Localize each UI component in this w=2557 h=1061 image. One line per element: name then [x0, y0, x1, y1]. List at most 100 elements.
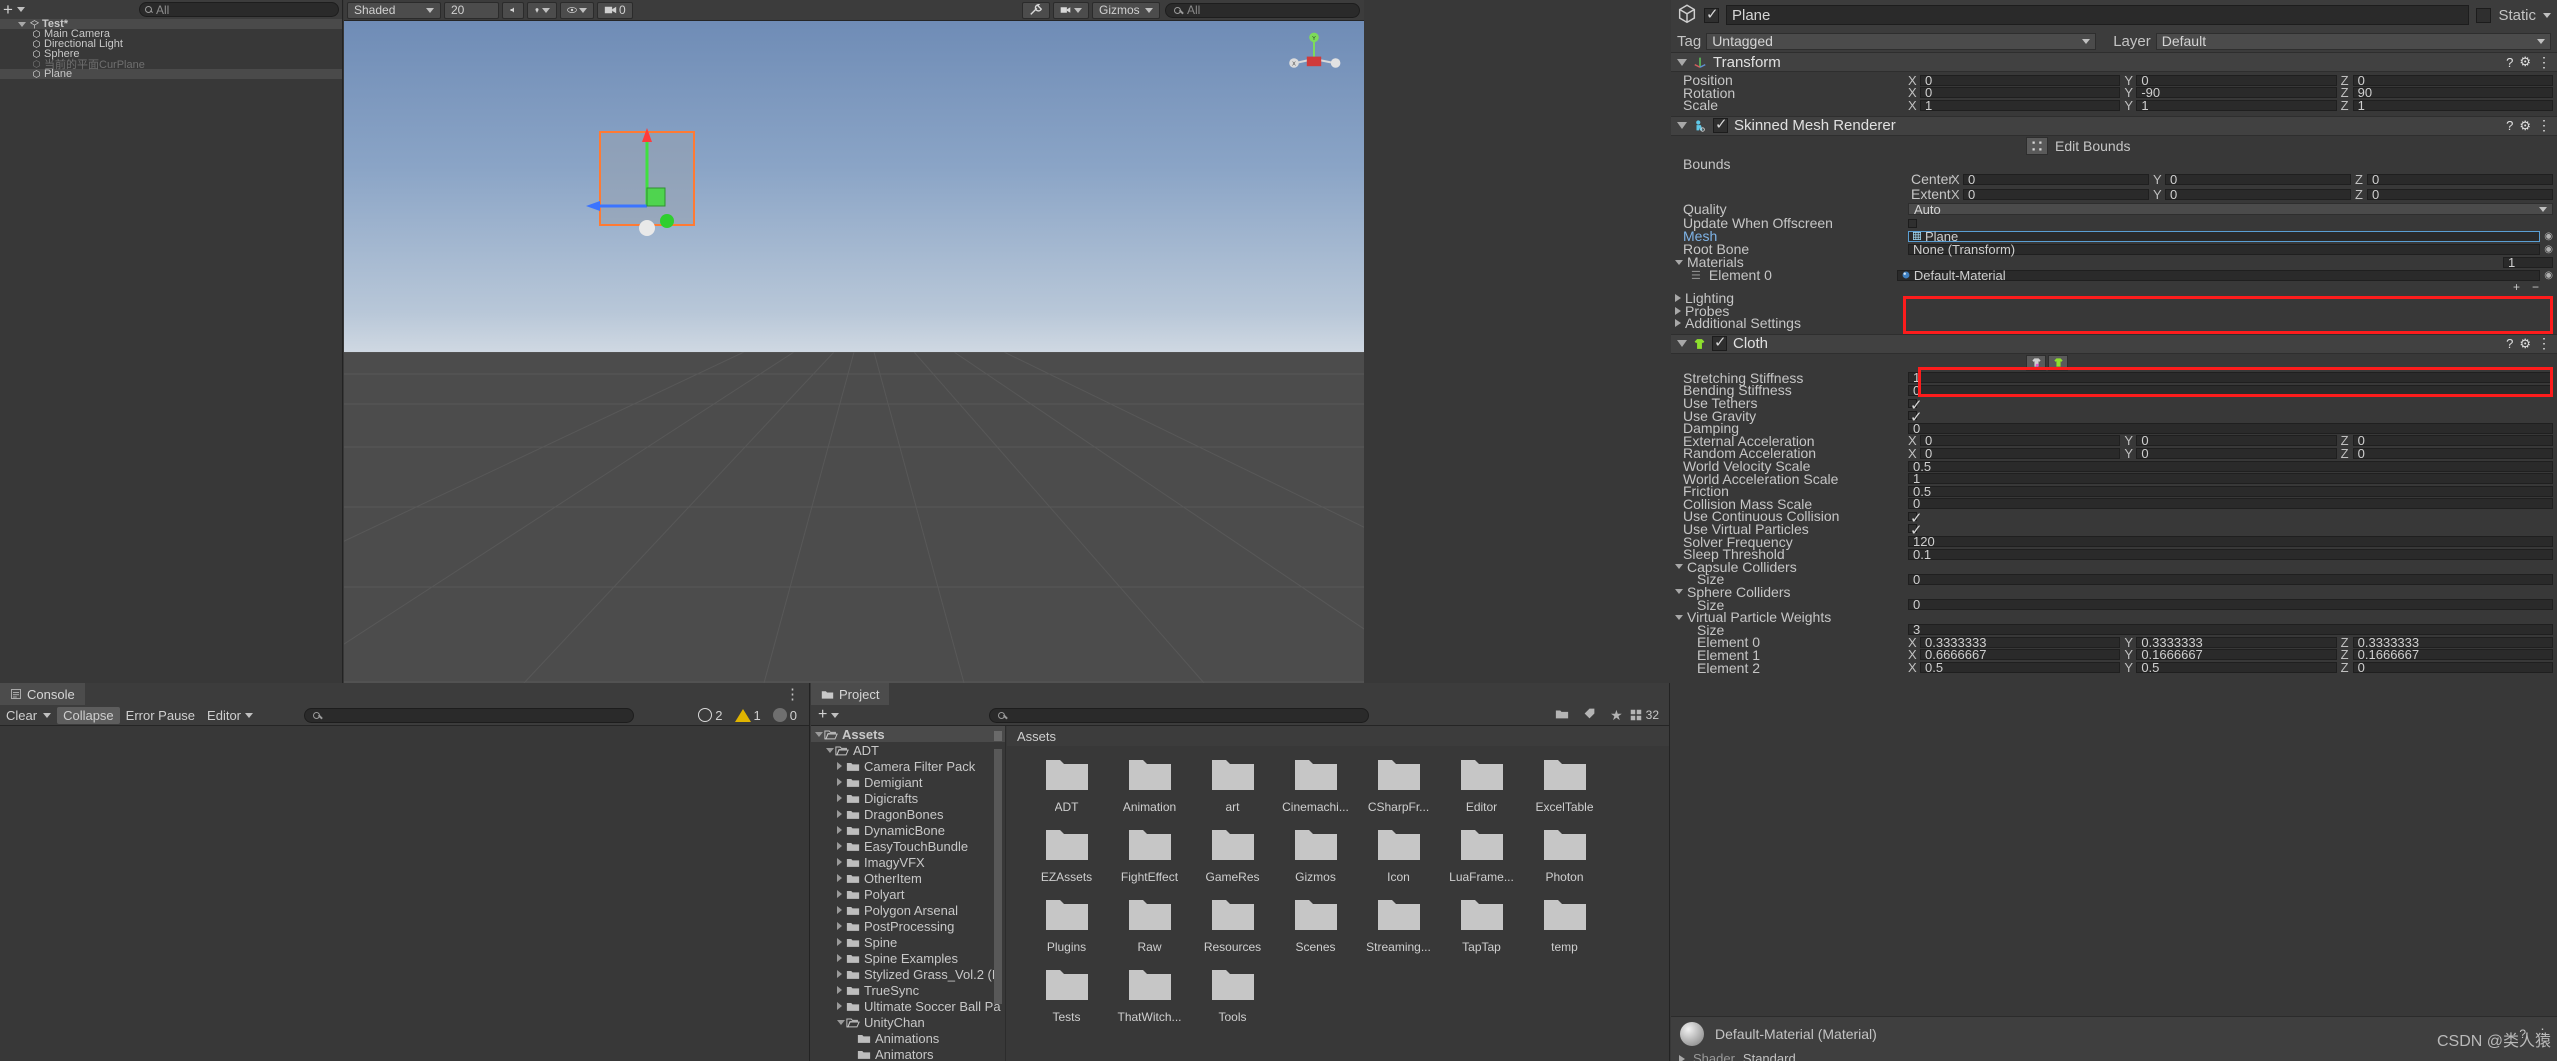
scene-tools-button[interactable]	[1022, 1, 1050, 19]
asset-grid-item[interactable]: ADT	[1025, 756, 1108, 814]
quality-dropdown[interactable]: Auto	[1908, 202, 2553, 217]
asset-grid-item[interactable]: Icon	[1357, 826, 1440, 884]
chevron-right-icon[interactable]	[1675, 294, 1681, 303]
asset-grid-item[interactable]: CSharpFr...	[1357, 756, 1440, 814]
preset-icon[interactable]: ⚙	[2519, 54, 2531, 70]
cloth-size-input[interactable]: 0	[1908, 572, 2553, 587]
cloth-random-acceleration-x-input[interactable]: 0	[1920, 446, 2121, 461]
chevron-right-icon[interactable]	[837, 810, 846, 818]
mesh-object-picker-icon[interactable]: ◉	[2544, 231, 2553, 242]
chevron-down-icon[interactable]	[1675, 564, 1683, 570]
bounds-center-y-input[interactable]: 0	[2165, 172, 2351, 187]
clear-button[interactable]: Clear	[0, 707, 43, 724]
cloth-element-2-y-input[interactable]: 0.5	[2136, 660, 2337, 675]
scene-orientation-gizmo[interactable]: Y X	[1286, 31, 1342, 87]
project-tree-item[interactable]: Camera Filter Pack	[811, 758, 1005, 774]
asset-grid-item[interactable]: Tools	[1191, 966, 1274, 1024]
transform-gizmo[interactable]	[544, 116, 734, 246]
asset-grid-item[interactable]: ThatWitch...	[1108, 966, 1191, 1024]
layer-dropdown[interactable]: Default	[2155, 32, 2551, 50]
transform-rotation-y-input[interactable]: -90	[2136, 85, 2337, 100]
cloth-friction-input[interactable]: 0.5	[1908, 484, 2553, 499]
transform-scale-z-input[interactable]: 1	[2352, 98, 2553, 113]
gameobject-enabled-checkbox[interactable]	[1704, 5, 1719, 23]
chevron-right-icon[interactable]	[837, 762, 846, 770]
asset-grid-item[interactable]: Cinemachi...	[1274, 756, 1357, 814]
cloth-random-acceleration-y-input[interactable]: 0	[2136, 446, 2337, 461]
cloth-size-input[interactable]: 0	[1908, 597, 2553, 612]
object-name-input[interactable]: Plane	[1726, 5, 2470, 25]
project-tree-item[interactable]: PostProcessing	[811, 918, 1005, 934]
cloth-stretching-stiffness-input[interactable]: 1	[1908, 370, 2553, 385]
shader-value[interactable]: Standard	[1743, 1051, 1796, 1061]
project-tree-item[interactable]: Spine Examples	[811, 950, 1005, 966]
draw-mode-dropdown[interactable]: Shaded	[347, 1, 441, 19]
lighting-foldout[interactable]: Lighting	[1671, 290, 2557, 306]
cloth-element-0-z-input[interactable]: 0.3333333	[2352, 635, 2553, 650]
chevron-down-icon[interactable]	[1675, 614, 1683, 620]
tab-console[interactable]: Console	[0, 683, 85, 705]
project-tree-item[interactable]: Animations	[811, 1030, 1005, 1046]
scene-viewport[interactable]: Y X	[344, 21, 1364, 683]
fov-field[interactable]: 20	[444, 1, 499, 19]
console-log-list[interactable]	[0, 726, 809, 1056]
chevron-right-icon[interactable]	[837, 842, 846, 850]
project-tree-item[interactable]: OtherItem	[811, 870, 1005, 886]
edit-bounds-button[interactable]	[2026, 136, 2048, 155]
warning-count-badge[interactable]: 1	[729, 708, 767, 723]
cloth-use-tethers-checkbox[interactable]	[1908, 396, 1923, 414]
tab-project[interactable]: Project	[811, 683, 890, 705]
gizmos-dropdown[interactable]: Gizmos	[1092, 1, 1160, 19]
project-tree-item[interactable]: DynamicBone	[811, 822, 1005, 838]
console-menu-icon[interactable]: ⋮	[776, 687, 809, 702]
material-element-0-object-field[interactable]: Default-Material	[1896, 268, 2541, 283]
create-object-button[interactable]: +	[3, 1, 13, 18]
project-tree-item[interactable]: Animators	[811, 1046, 1005, 1061]
chevron-down-icon[interactable]	[1677, 340, 1687, 348]
project-tree-item[interactable]: ImagyVFX	[811, 854, 1005, 870]
transform-scale-x-input[interactable]: 1	[1920, 98, 2121, 113]
cloth-damping-input[interactable]: 0	[1908, 421, 2553, 436]
help-icon[interactable]: ?	[2506, 118, 2513, 133]
bounds-extent-x-input[interactable]: 0	[1963, 187, 2149, 202]
cloth-element-1-z-input[interactable]: 0.1666667	[2352, 647, 2553, 662]
cloth-sleep-threshold-input[interactable]: 0.1	[1908, 547, 2553, 562]
chevron-right-icon[interactable]	[837, 954, 846, 962]
console-search-input[interactable]	[304, 707, 635, 723]
preset-icon[interactable]: ⚙	[2519, 336, 2531, 352]
project-tree-item[interactable]: Demigiant	[811, 774, 1005, 790]
project-tree-item[interactable]: Assets	[811, 726, 1005, 742]
asset-grid-item[interactable]: temp	[1523, 896, 1606, 954]
transform-scale-y-input[interactable]: 1	[2136, 98, 2337, 113]
chevron-down-icon[interactable]	[826, 747, 835, 753]
transform-component-header[interactable]: Transform ? ⚙ ⋮	[1671, 52, 2557, 72]
chevron-right-icon[interactable]	[837, 938, 846, 946]
cloth-use-continuous-collision-checkbox[interactable]	[1908, 509, 1923, 527]
asset-grid-item[interactable]: TapTap	[1440, 896, 1523, 954]
project-search-input[interactable]	[989, 707, 1370, 723]
chevron-right-icon[interactable]	[837, 874, 846, 882]
cloth-bending-stiffness-input[interactable]: 0	[1908, 383, 2553, 398]
transform-rotation-x-input[interactable]: 0	[1920, 85, 2121, 100]
skinned-mesh-renderer-enabled-checkbox[interactable]	[1713, 115, 1728, 134]
project-tree-item[interactable]: Digicrafts	[811, 790, 1005, 806]
asset-grid-item[interactable]: Resources	[1191, 896, 1274, 954]
transform-rotation-z-input[interactable]: 90	[2352, 85, 2553, 100]
transform-position-y-input[interactable]: 0	[2136, 73, 2337, 88]
chevron-down-icon[interactable]	[18, 21, 26, 27]
cloth-use-virtual-particles-checkbox[interactable]	[1908, 521, 1923, 539]
material-object-picker-icon[interactable]: ◉	[2544, 270, 2553, 281]
chevron-down-icon[interactable]	[1675, 589, 1683, 595]
bounds-center-z-input[interactable]: 0	[2367, 172, 2553, 187]
chevron-down-icon[interactable]	[815, 731, 824, 737]
chevron-right-icon[interactable]	[837, 986, 846, 994]
cloth-use-gravity-checkbox[interactable]	[1908, 408, 1923, 426]
skinned-mesh-renderer-header[interactable]: Skinned Mesh Renderer ? ⚙ ⋮	[1671, 115, 2557, 136]
scene-camera-settings-button[interactable]	[1053, 1, 1089, 19]
cloth-solver-frequency-input[interactable]: 120	[1908, 534, 2553, 549]
asset-grid-item[interactable]: Animation	[1108, 756, 1191, 814]
cloth-world-acceleration-scale-input[interactable]: 1	[1908, 471, 2553, 486]
chevron-down-icon[interactable]	[16, 7, 25, 12]
favorites-icon[interactable]: ★	[1603, 708, 1630, 722]
cloth-element-1-x-input[interactable]: 0.6666667	[1920, 647, 2121, 662]
